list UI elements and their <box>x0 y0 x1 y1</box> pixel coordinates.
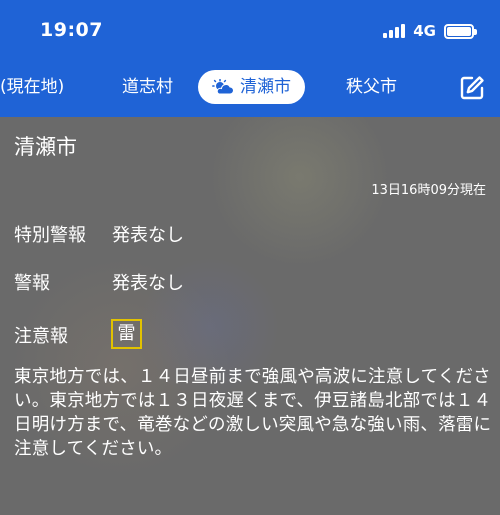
warning-label: 警報 <box>14 273 50 294</box>
status-indicators: 4G <box>383 22 477 40</box>
network-label: 4G <box>413 22 436 40</box>
update-timestamp: 13日16時09分現在 <box>371 183 486 198</box>
edit-icon[interactable] <box>458 74 486 102</box>
battery-icon <box>444 23 477 39</box>
warning-value: 発表なし <box>112 273 184 294</box>
status-bar: 19:07 4G <box>0 0 500 60</box>
tab-doshi[interactable]: 道志村 <box>122 70 173 104</box>
status-time: 19:07 <box>40 19 103 41</box>
special-warning-value: 発表なし <box>112 225 184 246</box>
app-header: 19:07 4G (現在地) 道志村 清瀬市 秩父市 <box>0 0 500 117</box>
tab-kiyose[interactable]: 清瀬市 <box>198 70 305 104</box>
tab-chichibu[interactable]: 秩父市 <box>346 70 397 104</box>
advisory-message: 東京地方では、１４日昼前まで強風や高波に注意してください。東京地方では１３日夜遅… <box>14 367 492 459</box>
special-warning-label: 特別警報 <box>14 225 86 246</box>
advisory-badge-thunder[interactable]: 雷 <box>111 319 142 349</box>
city-title: 清瀬市 <box>14 135 77 159</box>
partly-cloudy-icon <box>212 79 234 95</box>
tab-current-location[interactable]: (現在地) <box>0 70 64 104</box>
warning-panel: 清瀬市 13日16時09分現在 特別警報 発表なし 警報 発表なし 注意報 雷 … <box>0 117 500 515</box>
signal-icon <box>383 24 406 38</box>
location-tabs: (現在地) 道志村 清瀬市 秩父市 <box>0 68 500 108</box>
advisory-label: 注意報 <box>14 326 68 347</box>
tab-kiyose-label: 清瀬市 <box>240 77 291 97</box>
